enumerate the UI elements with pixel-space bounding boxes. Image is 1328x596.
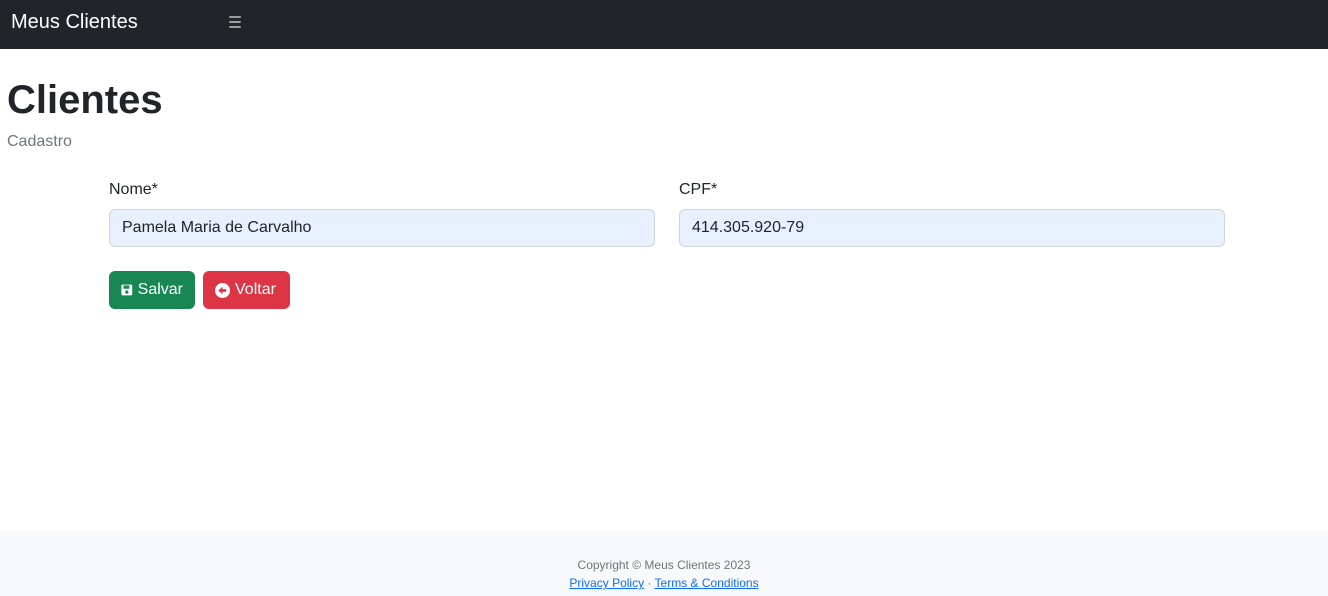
save-button[interactable]: Salvar	[109, 271, 195, 309]
nome-input[interactable]	[109, 209, 655, 247]
page-title: Clientes	[7, 78, 163, 122]
back-button[interactable]: Voltar	[203, 271, 290, 309]
footer-links: Privacy Policy · Terms & Conditions	[0, 575, 1328, 591]
nome-label: Nome*	[109, 181, 158, 198]
top-navbar: Meus Clientes	[0, 0, 1328, 49]
cpf-label: CPF*	[679, 181, 718, 198]
back-button-label: Voltar	[235, 281, 276, 298]
save-button-label: Salvar	[137, 281, 183, 298]
cpf-input[interactable]	[679, 209, 1225, 247]
arrow-circle-left-icon	[215, 282, 230, 298]
page-subtitle: Cadastro	[7, 133, 72, 150]
privacy-policy-link[interactable]: Privacy Policy	[569, 576, 644, 590]
save-icon	[121, 284, 133, 296]
menu-icon[interactable]	[226, 13, 244, 31]
copyright-text: Copyright © Meus Clientes 2023	[577, 558, 751, 572]
terms-link[interactable]: Terms & Conditions	[655, 576, 759, 590]
footer-separator: ·	[647, 576, 652, 590]
navbar-brand[interactable]: Meus Clientes	[11, 10, 138, 34]
footer: Copyright © Meus Clientes 2023 Privacy P…	[0, 531, 1328, 596]
